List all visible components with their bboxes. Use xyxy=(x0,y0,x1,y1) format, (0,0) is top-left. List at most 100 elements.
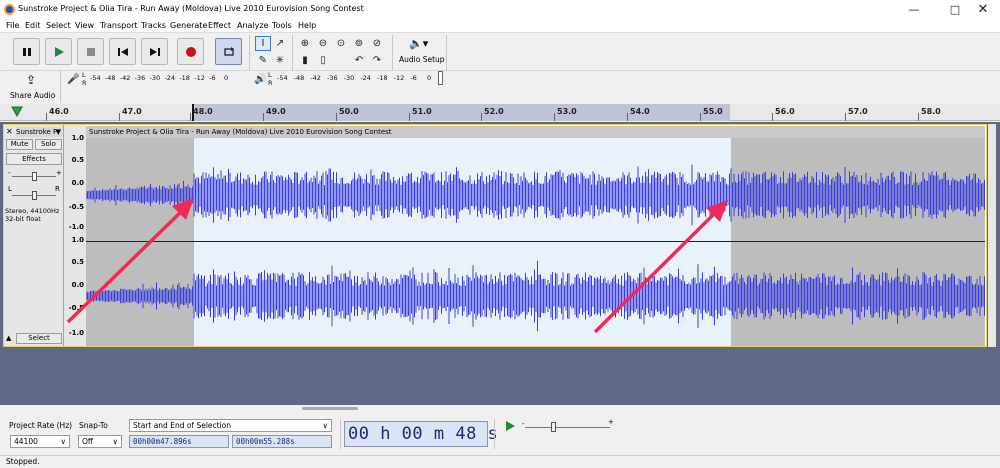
meter-tick-label: -36 xyxy=(134,74,146,82)
meter-tick-label: -6 xyxy=(209,74,216,82)
selection-mode-select[interactable]: Start and End of Selection ∨ xyxy=(129,419,332,432)
timeline-label: 56.0 xyxy=(775,107,795,116)
menu-generate[interactable]: Generate xyxy=(170,19,207,32)
toolbar-area: I ↗ ✎ ✳ ⊕ ⊖ ⊙ ⊚ ⊘ ▮ ▯ ↶ ↷ 🔈▾ Audio Setup… xyxy=(0,32,1000,104)
snap-to-select[interactable]: Off ∨ xyxy=(78,435,122,448)
trim-audio-icon[interactable]: ▮ xyxy=(297,53,313,68)
zoom-in-icon[interactable]: ⊕ xyxy=(297,36,313,51)
select-track-button[interactable]: Select xyxy=(16,333,62,344)
track-close-icon[interactable]: ✕ xyxy=(6,127,13,136)
selection-tool-icon[interactable]: I xyxy=(255,36,271,51)
meter-tick-label: -42 xyxy=(310,74,321,82)
play-speed-slider[interactable] xyxy=(525,427,610,428)
timeline-tick xyxy=(554,113,555,121)
toolbar-separator xyxy=(60,71,61,103)
zoom-out-icon[interactable]: ⊖ xyxy=(315,36,331,51)
share-audio-button[interactable]: ⇪ Share Audio xyxy=(6,73,58,103)
minimize-icon[interactable]: — xyxy=(897,0,931,19)
record-meter-r-label: R xyxy=(82,79,87,87)
undo-icon[interactable]: ↶ xyxy=(351,53,367,68)
play-button[interactable] xyxy=(45,38,72,65)
selection-end-time[interactable]: 00h00m55.288s xyxy=(232,435,332,448)
close-icon[interactable]: ✕ xyxy=(966,0,1000,19)
title-bar: Sunstroke Project & Olia Tira - Run Away… xyxy=(0,0,1000,19)
arrow-right-shaft xyxy=(593,206,722,334)
share-audio-label: Share Audio xyxy=(10,91,56,100)
meter-tick-label: -24 xyxy=(164,74,176,82)
solo-button[interactable]: Solo xyxy=(35,139,62,150)
horizontal-scrollbar[interactable] xyxy=(302,407,358,410)
audio-position-display[interactable]: 00 h 00 m 48 s xyxy=(344,421,498,447)
skip-to-end-button[interactable] xyxy=(141,38,168,65)
envelope-tool-icon[interactable]: ↗ xyxy=(272,36,288,51)
silence-audio-icon[interactable]: ▯ xyxy=(315,53,331,68)
meter-tick-label: -36 xyxy=(327,74,338,82)
audacity-logo-icon xyxy=(4,4,15,15)
menu-view[interactable]: View xyxy=(75,19,94,32)
gain-minus-label: - xyxy=(8,169,11,177)
multi-tool-icon[interactable]: ✳ xyxy=(272,53,288,68)
gain-slider-thumb[interactable] xyxy=(32,172,37,181)
timeline-tick xyxy=(190,113,191,121)
selection-start-time[interactable]: 00h00m47.896s xyxy=(129,435,229,448)
scale-label: 0.0 xyxy=(71,179,84,187)
pause-button[interactable] xyxy=(13,38,40,65)
project-rate-value: 44100 xyxy=(14,437,38,446)
menu-tools[interactable]: Tools xyxy=(272,19,292,32)
timeline-tick xyxy=(627,113,628,121)
vertical-scrollbar[interactable] xyxy=(988,124,996,347)
pan-slider-thumb[interactable] xyxy=(32,191,37,200)
menu-select[interactable]: Select xyxy=(46,19,71,32)
menu-tracks[interactable]: Tracks xyxy=(141,19,166,32)
collapse-track-icon[interactable]: ▲ xyxy=(6,334,11,342)
mute-button[interactable]: Mute xyxy=(6,139,33,150)
play-at-speed-button[interactable] xyxy=(504,420,516,434)
menu-help[interactable]: Help xyxy=(298,19,316,32)
meter-tick-label: -42 xyxy=(119,74,131,82)
record-button[interactable] xyxy=(177,38,204,65)
selection-start-marker[interactable] xyxy=(192,104,194,121)
clip-title-bar[interactable]: Sunstroke Project & Olia Tira - Run Away… xyxy=(86,126,985,138)
play-speed-thumb[interactable] xyxy=(551,422,556,432)
timeline-label: 57.0 xyxy=(848,107,868,116)
snap-to-label: Snap-To xyxy=(79,421,108,430)
meter-grip[interactable] xyxy=(438,71,443,85)
menu-analyze[interactable]: Analyze xyxy=(237,19,269,32)
track-name-menu[interactable]: Sunstroke Pr ▼ xyxy=(16,127,62,137)
timeline-tick xyxy=(481,113,482,121)
menu-edit[interactable]: Edit xyxy=(25,19,41,32)
meter-tick-label: 0 xyxy=(427,74,432,82)
skip-to-start-button[interactable] xyxy=(109,38,136,65)
record-meter[interactable]: -54 -48 -42 -36 -30 -24 -18 -12 -6 0 xyxy=(90,72,238,86)
status-bar: Stopped. xyxy=(0,455,1000,468)
track-format-line1: Stereo, 44100Hz xyxy=(5,207,60,215)
meter-tick-label: -24 xyxy=(360,74,371,82)
play-icon xyxy=(54,46,64,57)
timeline-tick xyxy=(263,113,264,121)
menu-transport[interactable]: Transport xyxy=(100,19,138,32)
record-icon xyxy=(185,46,196,57)
timeline-label: 47.0 xyxy=(122,107,142,116)
toolbar-separator xyxy=(446,35,447,71)
project-rate-label: Project Rate (Hz) xyxy=(9,421,73,430)
loop-button[interactable] xyxy=(215,38,242,65)
loop-icon xyxy=(223,46,234,56)
pan-left-label: L xyxy=(8,185,12,193)
microphone-icon: 🎤 xyxy=(67,74,80,85)
fit-project-icon[interactable]: ⊚ xyxy=(351,36,367,51)
redo-icon[interactable]: ↷ xyxy=(369,53,385,68)
timeline-options-icon[interactable] xyxy=(11,106,23,119)
fit-selection-icon[interactable]: ⊙ xyxy=(333,36,349,51)
speaker-icon: 🔈▾ xyxy=(409,37,429,50)
audio-setup-button[interactable]: 🔈▾ Audio Setup xyxy=(399,37,445,69)
draw-tool-icon[interactable]: ✎ xyxy=(255,53,271,68)
zoom-toggle-icon[interactable]: ⊘ xyxy=(369,36,385,51)
menu-effect[interactable]: Effect xyxy=(208,19,231,32)
effects-button[interactable]: Effects xyxy=(6,153,62,165)
menu-file[interactable]: File xyxy=(6,19,19,32)
project-rate-select[interactable]: 44100 ∨ xyxy=(10,435,70,448)
playback-meter[interactable]: -54 -48 -42 -36 -30 -24 -18 -12 -6 0 xyxy=(277,72,441,86)
track-format-line2: 32-bit float xyxy=(5,215,41,223)
stop-button[interactable] xyxy=(77,38,104,65)
track-name: Sunstroke Pr xyxy=(16,128,61,136)
